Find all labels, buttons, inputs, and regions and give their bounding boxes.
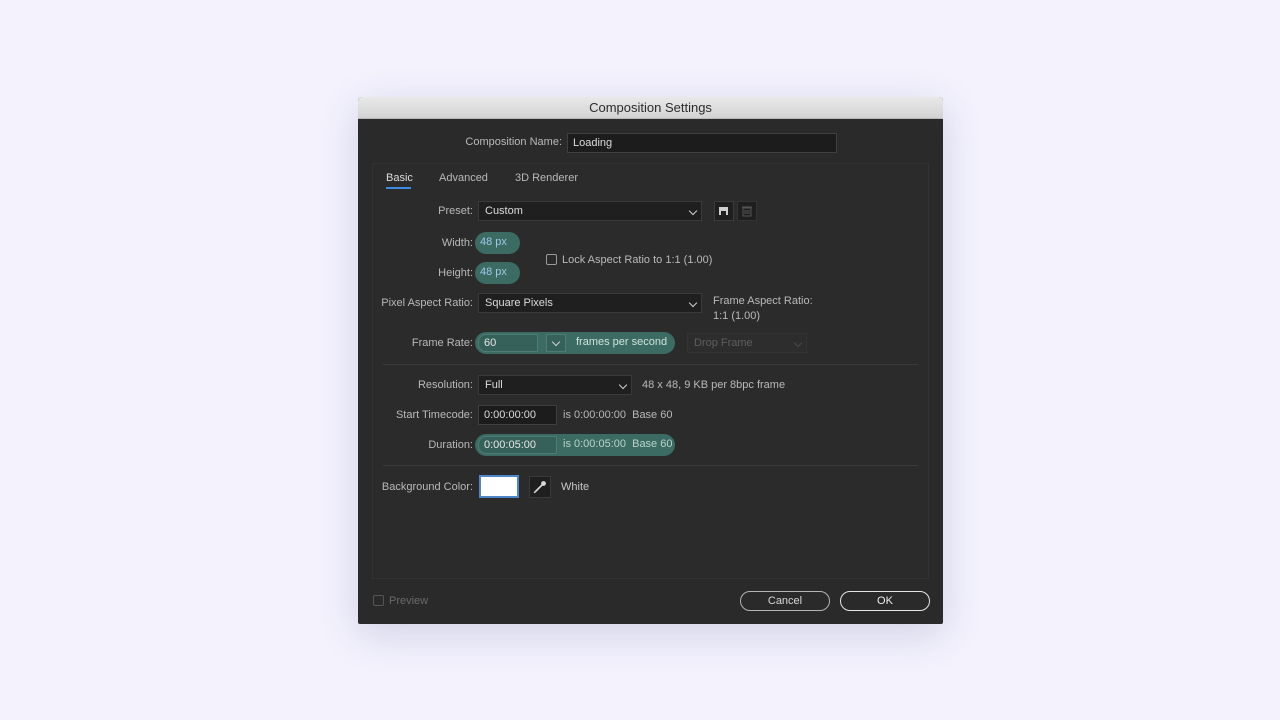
tab-basic[interactable]: Basic	[386, 172, 413, 184]
save-preset-icon	[719, 207, 728, 215]
cancel-button[interactable]: Cancel	[740, 591, 830, 611]
pixel-aspect-dropdown[interactable]: Square Pixels	[478, 293, 702, 313]
tab-3d-renderer[interactable]: 3D Renderer	[515, 172, 578, 184]
trash-icon	[742, 206, 752, 217]
lock-aspect-checkbox[interactable]	[546, 254, 557, 265]
resolution-value: Full	[485, 379, 503, 391]
bg-color-name: White	[561, 481, 590, 493]
composition-settings-dialog: Composition Settings Composition Name: L…	[358, 97, 943, 624]
frame-rate-value: 60	[484, 337, 497, 349]
width-value: 48 px	[480, 236, 507, 248]
preview-checkbox[interactable]	[373, 595, 384, 606]
ok-button[interactable]: OK	[840, 591, 930, 611]
chevron-down-icon	[618, 380, 628, 390]
frame-rate-unit: frames per second	[576, 336, 668, 348]
delete-preset-button[interactable]	[737, 201, 757, 221]
eyedropper-icon	[533, 481, 546, 494]
settings-panel: Basic Advanced 3D Renderer Preset: Custo…	[372, 163, 929, 579]
frame-rate-dropdown-button[interactable]	[546, 334, 566, 352]
comp-name-label: Composition Name:	[465, 136, 562, 148]
chevron-down-icon	[551, 337, 561, 347]
tab-advanced[interactable]: Advanced	[439, 172, 488, 184]
frame-rate-group: 60 frames per second	[475, 332, 675, 354]
duration-value: 0:00:05:00	[484, 439, 536, 451]
pixel-aspect-value: Square Pixels	[485, 297, 553, 309]
save-preset-button[interactable]	[714, 201, 734, 221]
chevron-down-icon	[688, 206, 698, 216]
eyedropper-button[interactable]	[529, 476, 551, 498]
frame-rate-label: Frame Rate:	[411, 337, 473, 349]
width-label: Width:	[441, 237, 473, 249]
preset-value: Custom	[485, 205, 523, 217]
resolution-info: 48 x 48, 9 KB per 8bpc frame	[642, 379, 786, 391]
duration-info: is 0:00:05:00 Base 60	[563, 438, 673, 450]
resolution-dropdown[interactable]: Full	[478, 375, 632, 395]
bg-color-swatch[interactable]	[479, 475, 519, 498]
preset-dropdown[interactable]: Custom	[478, 201, 702, 221]
comp-name-input[interactable]: Loading	[567, 133, 837, 153]
frame-rate-input[interactable]: 60	[478, 334, 538, 352]
frame-aspect-value: 1:1 (1.00)	[713, 310, 761, 322]
resolution-label: Resolution:	[417, 379, 473, 391]
drop-frame-dropdown: Drop Frame	[687, 333, 807, 353]
start-timecode-info: is 0:00:00:00 Base 60	[563, 409, 673, 421]
preview-label: Preview	[389, 595, 429, 607]
tab-active-indicator	[386, 187, 411, 189]
dialog-title: Composition Settings	[358, 97, 943, 119]
lock-aspect-label: Lock Aspect Ratio to 1:1 (1.00)	[562, 254, 713, 266]
start-timecode-label: Start Timecode:	[395, 409, 473, 421]
chevron-down-icon	[793, 338, 803, 348]
frame-aspect-label: Frame Aspect Ratio:	[713, 295, 813, 307]
height-label: Height:	[438, 267, 473, 279]
divider	[383, 364, 918, 365]
preset-label: Preset:	[438, 205, 473, 217]
divider	[383, 465, 918, 466]
width-field[interactable]: 48 px	[475, 232, 520, 254]
pixel-aspect-label: Pixel Aspect Ratio:	[381, 297, 473, 309]
height-field[interactable]: 48 px	[475, 262, 520, 284]
chevron-down-icon	[688, 298, 698, 308]
duration-group: 0:00:05:00 is 0:00:05:00 Base 60	[475, 434, 675, 456]
drop-frame-value: Drop Frame	[694, 337, 753, 349]
duration-input[interactable]: 0:00:05:00	[478, 436, 557, 454]
start-timecode-input[interactable]: 0:00:00:00	[478, 405, 557, 425]
bg-color-label: Background Color:	[381, 481, 473, 493]
height-value: 48 px	[480, 266, 507, 278]
duration-label: Duration:	[428, 439, 473, 451]
